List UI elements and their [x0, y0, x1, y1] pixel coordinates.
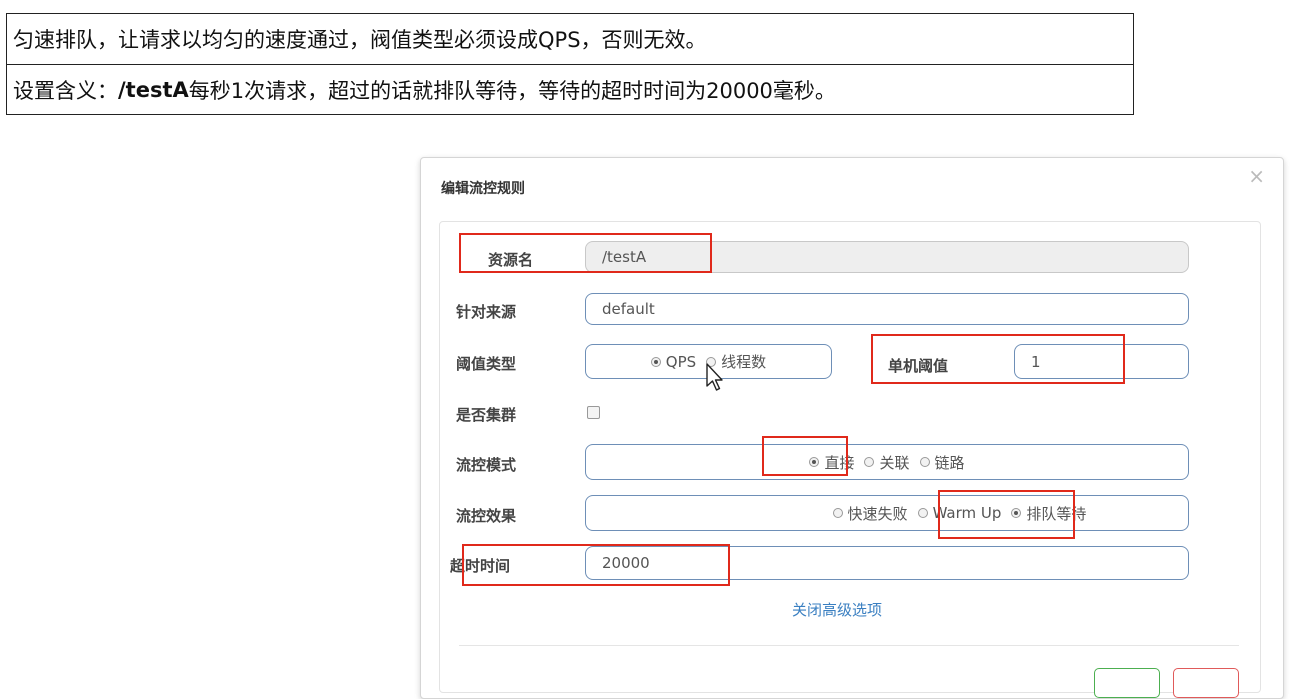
- radio-empty-icon: [917, 508, 928, 518]
- radio-empty-icon: [919, 457, 930, 467]
- notes-table: 匀速排队，让请求以均匀的速度通过，阀值类型必须设成QPS，否则无效。 设置含义：…: [6, 13, 1134, 115]
- radio-empty-icon: [832, 508, 843, 518]
- flow-effect-queue[interactable]: 排队等待: [1011, 503, 1086, 524]
- flow-mode-chain[interactable]: 链路: [919, 452, 965, 473]
- save-button[interactable]: [1094, 668, 1160, 698]
- notes-row-1-text: 匀速排队，让请求以均匀的速度通过，阀值类型必须设成QPS，否则无效。: [13, 28, 707, 52]
- rule-form: 资源名 /testA 针对来源 default 阈值类型 QPS 线程数 单机阈…: [439, 221, 1261, 693]
- mouse-cursor-icon: [706, 363, 723, 391]
- radio-selected-icon: [650, 356, 661, 367]
- single-threshold-label: 单机阈值: [888, 357, 949, 375]
- threshold-type-label: 阈值类型: [456, 355, 517, 373]
- radio-empty-icon: [864, 457, 875, 467]
- resource-name-label: 资源名: [488, 251, 534, 269]
- flow-mode-direct[interactable]: 直接: [809, 452, 854, 473]
- resource-name-field: /testA: [585, 241, 1189, 273]
- timeout-label: 超时时间: [450, 557, 511, 575]
- radio-selected-icon: [1011, 508, 1022, 518]
- timeout-input[interactable]: 20000: [585, 546, 1189, 580]
- cancel-button[interactable]: [1173, 668, 1239, 698]
- notes-row-2-prefix: 设置含义：: [13, 78, 118, 103]
- single-threshold-input[interactable]: 1: [1014, 344, 1189, 379]
- footer-divider: [459, 645, 1239, 646]
- source-label: 针对来源: [456, 303, 517, 321]
- radio-selected-icon: [809, 457, 820, 467]
- dialog-title: 编辑流控规则: [441, 181, 525, 197]
- close-advanced-options-link[interactable]: 关闭高级选项: [792, 599, 882, 620]
- flow-mode-radio-group: 直接 关联 链路: [585, 444, 1189, 480]
- flow-effect-fast-fail[interactable]: 快速失败: [832, 503, 908, 524]
- notes-row-2: 设置含义：/testA 每秒1次请求，超过的话就排队等待，等待的超时时间为2000…: [7, 64, 1133, 114]
- cluster-checkbox[interactable]: [587, 406, 600, 419]
- edit-flow-rule-dialog: 编辑流控规则 × 资源名 /testA 针对来源 default 阈值类型 QP…: [420, 157, 1284, 699]
- threshold-type-qps[interactable]: QPS: [650, 353, 696, 371]
- source-input[interactable]: default: [585, 293, 1189, 325]
- notes-row-2-rest: 每秒1次请求，超过的话就排队等待，等待的超时时间为20000毫秒。: [188, 78, 836, 103]
- flow-mode-associate[interactable]: 关联: [864, 452, 910, 473]
- flow-mode-label: 流控模式: [456, 456, 517, 474]
- flow-effect-radio-group: 快速失败 Warm Up 排队等待: [585, 495, 1189, 531]
- notes-row-1: 匀速排队，让请求以均匀的速度通过，阀值类型必须设成QPS，否则无效。: [7, 14, 1133, 64]
- cluster-label: 是否集群: [456, 406, 517, 424]
- flow-effect-label: 流控效果: [456, 507, 517, 525]
- notes-row-2-resource: /testA: [118, 77, 189, 102]
- close-icon[interactable]: ×: [1248, 164, 1265, 188]
- flow-effect-warm-up[interactable]: Warm Up: [917, 504, 1001, 522]
